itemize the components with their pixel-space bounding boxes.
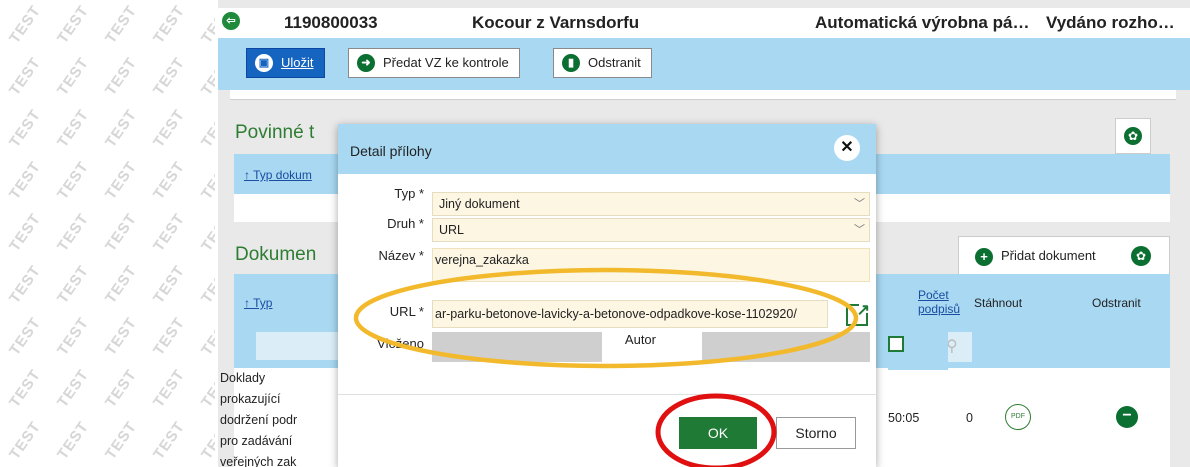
url-highlight-ellipse <box>353 267 859 369</box>
highlight-overlay <box>353 267 859 467</box>
ok-highlight-circle <box>655 393 777 467</box>
